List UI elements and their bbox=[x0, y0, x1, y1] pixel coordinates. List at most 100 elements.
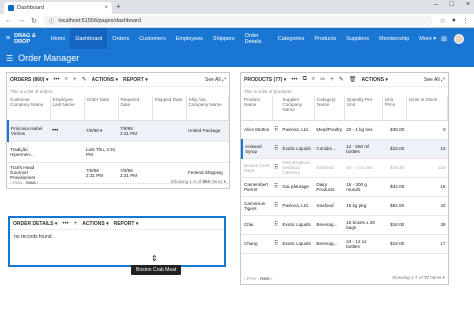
order-details-view-button[interactable]: ORDER DETAILS ▾ bbox=[13, 221, 57, 227]
cell-stock: 19 bbox=[406, 177, 448, 197]
col-required-date[interactable]: Required Date bbox=[118, 96, 153, 121]
orders-see-all-link[interactable]: See All ⤢ bbox=[205, 77, 226, 83]
search-icon[interactable]: ⌕ bbox=[65, 76, 68, 83]
table-row[interactable]: Princesa Isabel Vinhos ••• 7/8/98 ▾ 7/8/… bbox=[7, 120, 229, 142]
table-row[interactable]: Chai ⠿ Exotic Liquids Beverag... 10 boxes x … bbox=[242, 215, 448, 235]
table-row[interactable]: Tradição Hipermerc... Last Thu, 2:31 PM bbox=[8, 141, 229, 163]
col-category[interactable]: Category Name bbox=[314, 96, 345, 121]
products-see-all-link[interactable]: See All ⤢ bbox=[424, 77, 445, 83]
search-icon[interactable]: ⌕ bbox=[312, 76, 315, 83]
col-supplier[interactable]: Supplier Company Name bbox=[280, 96, 315, 121]
cell-category: Condim... bbox=[314, 139, 345, 159]
nav-customers[interactable]: Customers bbox=[134, 28, 171, 49]
avatar[interactable] bbox=[454, 33, 464, 44]
browser-tab[interactable]: Dashboard × bbox=[4, 2, 112, 14]
star-icon[interactable]: ☆ bbox=[439, 17, 445, 25]
menu-icon[interactable]: ≡ bbox=[6, 35, 10, 42]
edit-icon[interactable]: ✎ bbox=[339, 76, 344, 83]
prev-button[interactable]: ‹ Prev bbox=[10, 180, 22, 185]
table-row[interactable]: Boston Crab Meat ⠿ New England Seafood Can… bbox=[242, 158, 448, 178]
orders-report-button[interactable]: REPORT ▾ bbox=[123, 77, 148, 83]
nav-suppliers[interactable]: Suppliers bbox=[341, 28, 374, 49]
more-icon[interactable]: ••• bbox=[62, 221, 68, 227]
next-button[interactable]: Next › bbox=[260, 276, 272, 281]
table-row[interactable]: Camembert Pierrot ⠿ Gai pâturage Dairy Prod… bbox=[242, 177, 448, 197]
orders-view-button[interactable]: ORDERS (860) ▾ bbox=[10, 77, 48, 83]
cell-required-date bbox=[118, 141, 152, 163]
drag-handle-icon[interactable]: ⠿ bbox=[272, 234, 281, 254]
copy-icon[interactable]: ⧉ bbox=[303, 76, 307, 83]
brand[interactable]: ≡ DRAG & DROP bbox=[0, 33, 46, 45]
drag-handle-icon[interactable]: ⠿ bbox=[272, 139, 281, 159]
od-report-button[interactable]: REPORT ▾ bbox=[114, 221, 139, 227]
edit-icon[interactable]: ✎ bbox=[82, 76, 87, 83]
col-order-date[interactable]: Order Date bbox=[84, 96, 119, 121]
p-see-all-label: See All bbox=[424, 76, 440, 83]
nav-more[interactable]: More ▾ bbox=[414, 28, 441, 49]
drag-handle-icon[interactable]: ⠿ bbox=[272, 177, 281, 197]
nav-dashboard[interactable]: Dashboard bbox=[70, 28, 108, 49]
table-row[interactable]: Alice Mutton ⠿ Pavlova, Ltd. Meat/Poultry 20… bbox=[242, 120, 448, 140]
more-icon[interactable]: ••• bbox=[53, 77, 59, 83]
cell-qty: 12 - 550 ml bottles bbox=[344, 139, 383, 159]
col-customer[interactable]: Customer Company Name bbox=[8, 96, 51, 121]
nav-membership[interactable]: Membership bbox=[374, 28, 414, 49]
back-icon[interactable]: ← bbox=[5, 17, 12, 24]
p-showing-text: Showing 1-7 of bbox=[392, 275, 423, 280]
nav-products[interactable]: Products bbox=[309, 28, 341, 49]
delete-icon[interactable]: 🗑 bbox=[349, 76, 357, 83]
nav-shippers[interactable]: Shippers bbox=[208, 28, 240, 49]
close-window-icon[interactable]: × bbox=[466, 1, 470, 8]
col-qty[interactable]: Quantity Per Unit bbox=[344, 96, 383, 121]
add-icon[interactable]: + bbox=[73, 77, 77, 83]
col-shipped-date[interactable]: Shipped Date bbox=[152, 96, 187, 121]
cell-price: $39.00 bbox=[382, 120, 407, 140]
see-all-label: See All bbox=[205, 76, 221, 83]
row-menu-icon[interactable]: ••• bbox=[50, 120, 84, 142]
apps-icon[interactable]: ⊞ bbox=[441, 35, 447, 43]
cell-qty: 16 kg pkg. bbox=[344, 196, 383, 216]
nav-employees[interactable]: Employees bbox=[171, 28, 208, 49]
add-icon[interactable]: + bbox=[74, 221, 78, 227]
table-row[interactable]: Aniseed Syrup ⠿ Exotic Liquids Condim... 12 … bbox=[241, 139, 448, 159]
minimize-icon[interactable]: – bbox=[434, 1, 438, 8]
table-row[interactable]: Chang ⠿ Exotic Liquids Beverag... 24 - 12 oz… bbox=[242, 234, 448, 254]
col-stock[interactable]: Units In Stock bbox=[406, 96, 449, 121]
close-tab-icon[interactable]: × bbox=[104, 5, 108, 11]
new-tab-icon[interactable]: + bbox=[116, 2, 121, 11]
reload-icon[interactable]: ↻ bbox=[31, 17, 37, 25]
prev-button[interactable]: ‹ Prev bbox=[244, 276, 256, 281]
col-product-name[interactable]: Product Name bbox=[242, 96, 273, 121]
nav-orders[interactable]: Orders bbox=[107, 28, 134, 49]
maximize-icon[interactable]: □ bbox=[450, 1, 454, 8]
products-view-button[interactable]: PRODUCTS (77) ▾ bbox=[244, 77, 286, 83]
cell-qty: 20 - 1 kg tins bbox=[344, 120, 383, 140]
add-icon[interactable]: + bbox=[330, 77, 334, 83]
next-button[interactable]: Next › bbox=[26, 180, 38, 185]
cell-supplier: Pavlova, Ltd. bbox=[280, 120, 315, 140]
more-icon[interactable]: ••• bbox=[291, 77, 297, 83]
od-actions-button[interactable]: ACTIONS ▾ bbox=[82, 221, 108, 227]
drag-handle-icon[interactable]: ⠿ bbox=[272, 215, 281, 235]
cut-icon[interactable]: ✂ bbox=[320, 76, 325, 83]
col-employee[interactable]: Employee Last Name bbox=[50, 96, 85, 121]
drag-handle-icon[interactable]: ⠿ bbox=[272, 196, 281, 216]
sidebar-toggle-icon[interactable]: ☰ bbox=[6, 54, 13, 63]
browser-tab-bar: Dashboard × + – □ × bbox=[0, 0, 474, 14]
order-details-toolbar: ORDER DETAILS ▾ ••• + ACTIONS ▾ REPORT ▾ bbox=[10, 218, 224, 230]
nav-categories[interactable]: Categories bbox=[273, 28, 310, 49]
profile-icon[interactable]: ● bbox=[452, 17, 456, 24]
products-actions-button[interactable]: ACTIONS ▾ bbox=[361, 77, 387, 83]
url-field[interactable]: ⓘ localhost:51556/pages/dashboard bbox=[42, 15, 434, 26]
col-price[interactable]: Unit Price bbox=[382, 96, 407, 121]
menu-dots-icon[interactable]: ⋮ bbox=[462, 17, 469, 25]
drag-handle-icon[interactable]: ⠿ bbox=[272, 120, 281, 140]
order-details-panel[interactable]: ORDER DETAILS ▾ ••• + ACTIONS ▾ REPORT ▾… bbox=[8, 216, 226, 267]
col-ship-via[interactable]: Ship Via Company Name bbox=[186, 96, 229, 121]
nav-order-details[interactable]: Order Details bbox=[240, 28, 273, 49]
drag-handle-icon[interactable]: ⠿ bbox=[272, 158, 281, 178]
forward-icon[interactable]: → bbox=[18, 17, 25, 24]
nav-home[interactable]: Home bbox=[46, 28, 71, 49]
table-row[interactable]: Carnarvon Tigers ⠿ Pavlova, Ltd. Seafood 16 … bbox=[242, 196, 448, 216]
orders-actions-button[interactable]: ACTIONS ▾ bbox=[92, 77, 118, 83]
